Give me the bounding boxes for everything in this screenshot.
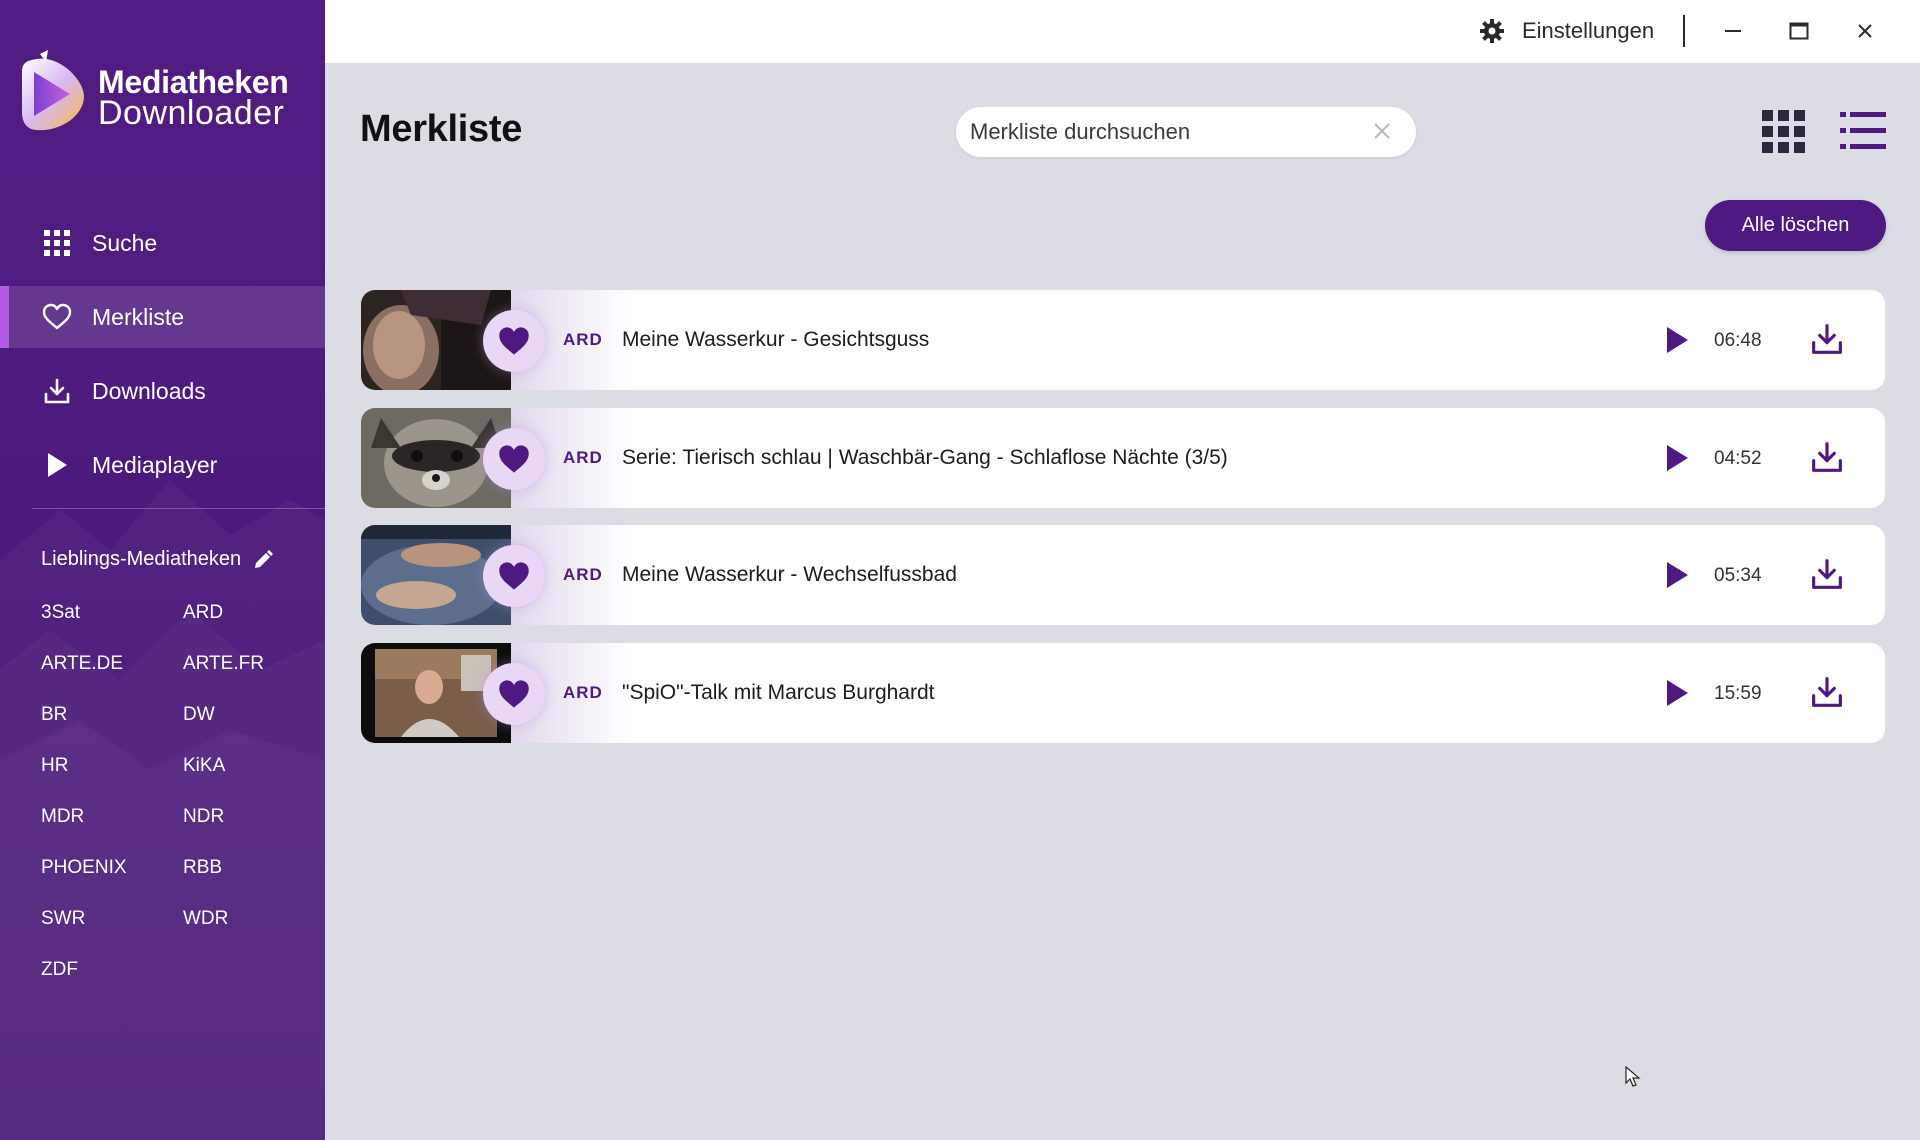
settings-button[interactable]: Einstellungen [1480, 12, 1654, 50]
logo-icon [22, 50, 84, 131]
list-item[interactable]: ARD Serie: Tierisch schlau | Waschbär-Ga… [361, 407, 1885, 508]
mouse-cursor-icon [1625, 1066, 1641, 1087]
heart-icon[interactable] [483, 310, 545, 372]
close-button[interactable] [1843, 12, 1887, 50]
channel-label: ARD [563, 682, 603, 702]
download-icon[interactable] [1810, 557, 1844, 591]
favorite-item[interactable]: SWR [41, 900, 183, 951]
maximize-button[interactable] [1777, 12, 1821, 50]
search-box [956, 107, 1416, 157]
title-bar: Einstellungen [325, 0, 1920, 63]
favorite-item[interactable]: ARTE.FR [183, 645, 325, 696]
duration: 05:34 [1714, 565, 1762, 586]
nav-item-downloads[interactable]: Downloads [0, 360, 325, 422]
app-logo: Mediatheken Downloader [18, 50, 318, 140]
watchlist: ARD Meine Wasserkur - Gesichtsguss 06:48 [361, 290, 1885, 760]
download-icon[interactable] [1810, 440, 1844, 474]
favorite-item[interactable]: 3Sat [41, 594, 183, 645]
favorites-header: Lieblings-Mediatheken [41, 548, 274, 571]
list-item[interactable]: ARD Meine Wasserkur - Wechselfussbad 05:… [361, 525, 1885, 625]
favorite-item[interactable]: ARTE.DE [41, 645, 183, 696]
page-title: Merkliste [360, 108, 523, 150]
close-icon [1858, 24, 1872, 38]
nav-item-mediaplayer[interactable]: Mediaplayer [0, 434, 325, 496]
favorite-item[interactable]: RBB [183, 849, 325, 900]
favorite-item[interactable]: NDR [183, 798, 325, 849]
favorite-item[interactable]: HR [41, 747, 183, 798]
main-nav: Suche Merkliste Downloads Mediaplayer [0, 212, 325, 508]
play-icon[interactable] [1665, 444, 1689, 472]
maximize-icon [1789, 22, 1809, 40]
download-icon [42, 376, 72, 406]
channel-label: ARD [563, 565, 603, 584]
video-title: Meine Wasserkur - Gesichtsguss [622, 328, 930, 351]
sidebar: Mediatheken Downloader Suche Merkliste D… [0, 0, 325, 1140]
favorite-item[interactable]: ARD [183, 594, 325, 645]
nav-item-merkliste[interactable]: Merkliste [0, 286, 325, 348]
favorite-item[interactable]: MDR [41, 798, 183, 849]
pencil-icon[interactable] [253, 549, 274, 570]
favorites-list: 3Sat ARD ARTE.DE ARTE.FR BR DW HR KiKA M… [41, 594, 321, 1002]
play-icon[interactable] [1665, 561, 1689, 589]
nav-label: Downloads [92, 377, 206, 404]
play-icon[interactable] [1665, 679, 1689, 707]
play-icon[interactable] [1665, 326, 1689, 354]
nav-divider [32, 508, 325, 509]
clear-all-button[interactable]: Alle löschen [1705, 200, 1886, 251]
heart-icon[interactable] [483, 545, 545, 607]
video-title: Serie: Tierisch schlau | Waschbär-Gang -… [622, 445, 1228, 469]
favorite-item[interactable]: WDR [183, 900, 325, 951]
video-title: Meine Wasserkur - Wechselfussbad [622, 563, 957, 586]
download-icon[interactable] [1810, 675, 1844, 709]
nav-label: Merkliste [92, 303, 185, 330]
heart-icon [42, 302, 72, 332]
heart-icon[interactable] [483, 662, 545, 725]
list-view-icon[interactable] [1840, 112, 1886, 155]
channel-label: ARD [563, 330, 603, 349]
video-title: "SpiO"-Talk mit Marcus Burghardt [622, 680, 935, 704]
list-item[interactable]: ARD Meine Wasserkur - Gesichtsguss 06:48 [361, 290, 1885, 390]
favorite-item[interactable]: PHOENIX [41, 849, 183, 900]
favorite-item[interactable]: BR [41, 696, 183, 747]
favorite-item[interactable]: KiKA [183, 747, 325, 798]
download-icon[interactable] [1810, 322, 1844, 356]
play-icon [42, 450, 72, 480]
clear-search-icon[interactable] [1372, 121, 1392, 141]
search-input[interactable] [970, 119, 1360, 145]
duration: 15:59 [1714, 682, 1762, 704]
grid-icon [42, 228, 72, 258]
heart-icon[interactable] [483, 427, 545, 490]
duration: 06:48 [1714, 330, 1762, 351]
duration: 04:52 [1714, 447, 1762, 469]
channel-label: ARD [563, 447, 603, 467]
favorites-title: Lieblings-Mediatheken [41, 548, 242, 570]
titlebar-separator [1683, 15, 1685, 47]
nav-item-suche[interactable]: Suche [0, 212, 325, 274]
gear-icon [1480, 19, 1504, 43]
favorite-item[interactable]: DW [183, 696, 325, 747]
nav-label: Mediaplayer [92, 451, 218, 478]
list-item[interactable]: ARD "SpiO"-Talk mit Marcus Burghardt 15:… [361, 642, 1885, 743]
logo-subtitle: Downloader [98, 94, 285, 132]
favorite-item[interactable]: ZDF [41, 951, 183, 1002]
grid-view-icon[interactable] [1762, 110, 1806, 159]
minimize-button[interactable] [1711, 12, 1755, 50]
nav-label: Suche [92, 229, 158, 256]
settings-label: Einstellungen [1522, 18, 1655, 43]
minimize-icon [1725, 30, 1741, 32]
